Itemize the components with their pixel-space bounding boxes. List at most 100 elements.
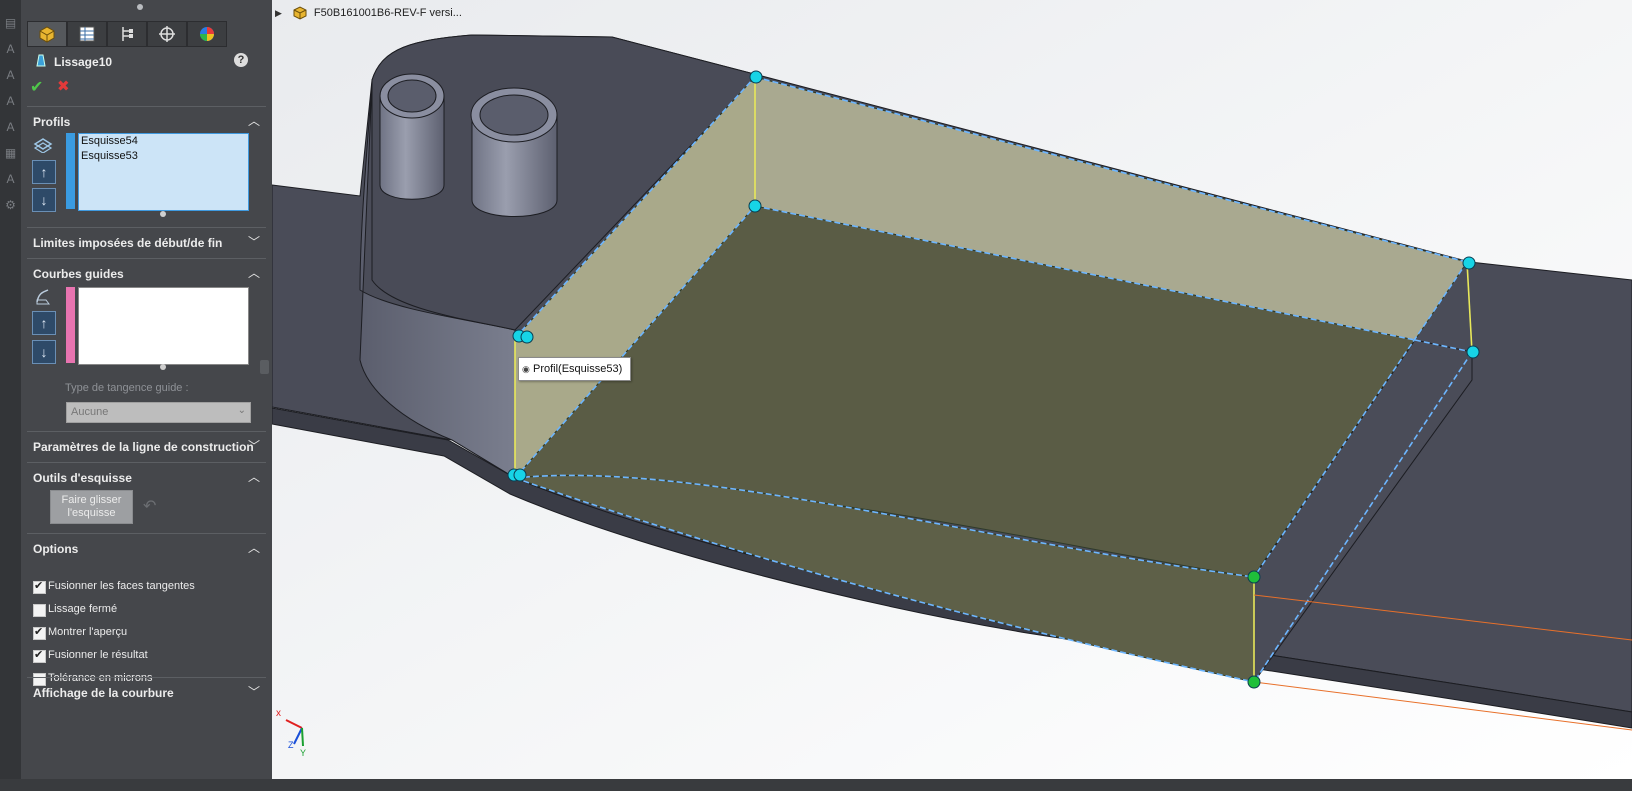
chevron-down-icon[interactable]: ﹀ xyxy=(246,683,262,699)
connector-point[interactable] xyxy=(1247,570,1261,584)
option-checkbox[interactable] xyxy=(33,648,46,663)
tab-property-manager[interactable] xyxy=(67,21,107,47)
section-header-options[interactable]: Options ︿ xyxy=(21,537,272,561)
section-title: Paramètres de la ligne de construction xyxy=(33,440,254,454)
layer-icon[interactable]: ▦ xyxy=(3,146,18,161)
connector-point[interactable] xyxy=(749,70,763,84)
connector-point[interactable] xyxy=(1462,256,1476,270)
property-manager-panel: Lissage10 ? ✔ ✖ Profils ︿ ↑ ↓ Esquisse54… xyxy=(21,0,272,791)
section-title: Options xyxy=(33,542,79,556)
divider xyxy=(27,677,266,678)
list-resize-handle[interactable] xyxy=(160,211,166,217)
option-checkbox[interactable] xyxy=(33,579,46,594)
profile-selector-icon xyxy=(33,138,53,153)
chevron-up-icon[interactable]: ︿ xyxy=(246,112,262,128)
panel-collapse-handle[interactable] xyxy=(260,360,269,374)
list-resize-handle[interactable] xyxy=(160,364,166,370)
section-title: Courbes guides xyxy=(33,267,124,281)
divider xyxy=(27,431,266,432)
breadcrumb[interactable]: ▶ F50B161001B6-REV-F versi... xyxy=(275,4,462,22)
tangency-label: Type de tangence guide : xyxy=(65,382,189,394)
note-icon[interactable]: A xyxy=(3,94,18,109)
loft-feature-icon xyxy=(36,54,46,67)
part-icon xyxy=(293,6,307,20)
profile-list[interactable]: Esquisse54 Esquisse53 xyxy=(78,133,249,211)
section-title: Outils d'esquisse xyxy=(33,471,132,485)
ok-button[interactable]: ✔ xyxy=(30,77,43,97)
section-header-outils-esquisse[interactable]: Outils d'esquisse ︿ xyxy=(21,466,272,490)
move-up-button[interactable]: ↑ xyxy=(32,160,56,184)
dimension-icon[interactable]: A xyxy=(3,42,18,57)
guide-curve-list[interactable] xyxy=(78,287,249,365)
drag-sketch-button[interactable]: Faire glisser l'esquisse xyxy=(50,490,133,524)
property-manager-icon xyxy=(79,26,95,42)
move-up-button[interactable]: ↑ xyxy=(32,311,56,335)
section-title: Profils xyxy=(33,115,71,129)
tab-dimxpert-manager[interactable] xyxy=(147,21,187,47)
section-header-courbes-guides[interactable]: Courbes guides ︿ xyxy=(21,262,272,286)
settings-icon[interactable]: ⚙ xyxy=(3,198,18,213)
tooltip-text: Profil(Esquisse53) xyxy=(533,363,623,375)
triad-z-label: Z xyxy=(288,740,294,750)
section-header-profils[interactable]: Profils ︿ xyxy=(21,110,272,134)
option-label: Lissage fermé xyxy=(48,603,118,615)
divider xyxy=(27,106,266,107)
tab-configuration-manager[interactable] xyxy=(107,21,147,47)
expand-arrow-icon[interactable]: ▶ xyxy=(275,8,282,19)
chevron-down-icon[interactable]: ﹀ xyxy=(246,437,262,453)
option-label: Montrer l'aperçu xyxy=(48,626,128,638)
panel-resize-handle[interactable] xyxy=(137,4,143,10)
text-icon[interactable]: A xyxy=(3,120,18,135)
chevron-up-icon[interactable]: ︿ xyxy=(246,539,262,555)
drag-sketch-label-line2: l'esquisse xyxy=(67,507,116,519)
section-title: Affichage de la courbure xyxy=(33,686,174,700)
profile-tooltip: ◉ Profil(Esquisse53) xyxy=(518,357,632,381)
tangency-select[interactable]: Aucune ⌄ xyxy=(66,402,251,423)
section-header-affichage-courbure[interactable]: Affichage de la courbure ﹀ xyxy=(21,681,272,705)
connector-point[interactable] xyxy=(1466,345,1480,359)
section-header-ligne-construction[interactable]: Paramètres de la ligne de construction ﹀ xyxy=(21,435,272,459)
option-checkbox[interactable] xyxy=(33,604,46,617)
section-header-limites[interactable]: Limites imposées de début/de fin ﹀ xyxy=(21,231,272,255)
triad-x-label: x xyxy=(276,708,281,719)
tangency-select-value: Aucune xyxy=(71,406,109,418)
help-icon[interactable]: ? xyxy=(234,53,248,67)
connector-point[interactable] xyxy=(520,330,534,344)
chevron-up-icon[interactable]: ︿ xyxy=(246,264,262,280)
graphics-viewport[interactable]: x Z Y ◉ Profil(Esquisse53) xyxy=(272,0,1632,779)
chevron-down-icon[interactable]: ﹀ xyxy=(246,233,262,249)
annotation-icon[interactable]: A xyxy=(3,68,18,83)
list-item[interactable]: Esquisse53 xyxy=(79,149,248,164)
tab-feature-manager[interactable] xyxy=(27,21,67,47)
section-title: Limites imposées de début/de fin xyxy=(33,236,223,250)
tab-display-manager[interactable] xyxy=(187,21,227,47)
profile-color-bar xyxy=(66,133,75,209)
divider xyxy=(27,258,266,259)
connector-point[interactable] xyxy=(748,199,762,213)
option-label: Fusionner le résultat xyxy=(48,649,148,661)
chevron-up-icon[interactable]: ︿ xyxy=(246,468,262,484)
appearance-pie-icon xyxy=(200,27,214,41)
connector-point[interactable] xyxy=(1247,675,1261,689)
list-item[interactable]: Esquisse54 xyxy=(79,134,248,149)
status-bar xyxy=(0,779,1632,791)
move-down-button[interactable]: ↓ xyxy=(32,340,56,364)
option-label: Fusionner les faces tangentes xyxy=(48,580,195,592)
triad-y-label: Y xyxy=(300,748,306,758)
model-canvas[interactable]: x Z Y xyxy=(272,0,1632,779)
connector-point[interactable] xyxy=(513,468,527,482)
option-checkbox[interactable] xyxy=(33,625,46,640)
divider xyxy=(27,227,266,228)
move-down-button[interactable]: ↓ xyxy=(32,188,56,212)
cylinder-1-hole xyxy=(387,79,437,113)
feature-manager-icon xyxy=(39,26,55,43)
breadcrumb-label[interactable]: F50B161001B6-REV-F versi... xyxy=(314,7,462,19)
cancel-button[interactable]: ✖ xyxy=(57,77,70,95)
crosshair-icon xyxy=(159,26,175,42)
undo-icon[interactable]: ↶ xyxy=(143,496,156,516)
command-strip: ▤ A A A A ▦ A ⚙ xyxy=(0,0,22,791)
sketch-tool-icon[interactable]: ▤ xyxy=(3,16,18,31)
symbol-icon[interactable]: A xyxy=(3,172,18,187)
chevron-down-icon: ⌄ xyxy=(237,405,246,416)
divider xyxy=(27,462,266,463)
